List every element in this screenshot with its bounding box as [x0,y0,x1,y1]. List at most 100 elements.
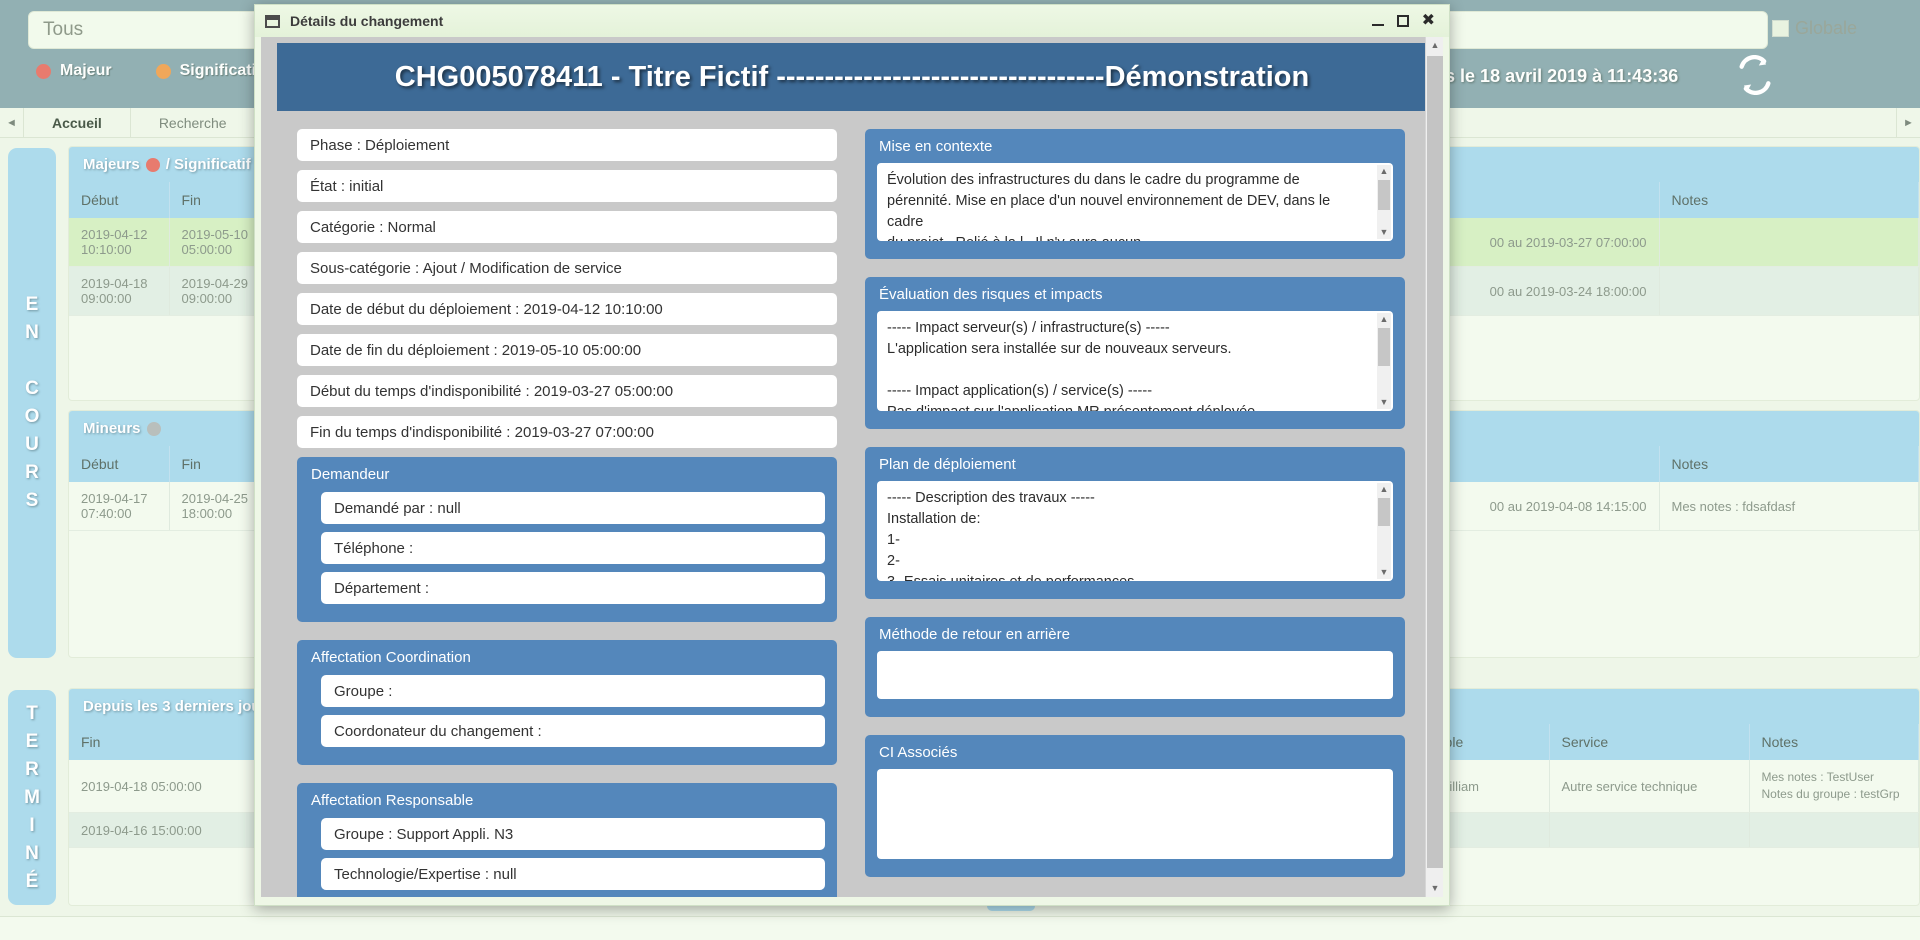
scroll-down-icon[interactable]: ▼ [1426,880,1443,897]
text-line: Installation de: [887,511,981,527]
dialog-title: Détails du changement [290,13,444,29]
cell-service: Autre service technique [1549,760,1750,813]
col-notes[interactable]: Notes [1659,446,1919,482]
strip-letter: R [25,758,39,780]
globale-checkbox[interactable] [1772,20,1789,37]
panel-title-mineurs: Mineurs [83,420,141,437]
strip-letter: T [26,702,38,724]
field-phase[interactable]: Phase : Déploiement [297,129,837,161]
textarea-mise-en-contexte[interactable]: Évolution des infrastructures du dans le… [877,163,1393,241]
strip-letter: N [25,322,39,343]
window-restore-icon [265,14,280,28]
majeur-dot-icon [36,63,51,79]
textarea-evaluation-risques[interactable]: ----- Impact serveur(s) / infrastructure… [877,311,1393,411]
scrollbar-thumb[interactable] [1378,498,1390,526]
minimize-icon[interactable] [1371,23,1384,26]
field-departement[interactable]: Département : [321,572,825,604]
dialog-left-column: Phase : Déploiement État : initial Catég… [297,129,837,897]
scroll-up-icon[interactable]: ▲ [1377,483,1391,496]
text-line: L'application sera installée sur de nouv… [887,341,1232,357]
strip-letter: U [25,434,39,455]
cell-debut: 2019-04-18 09:00:00 [69,266,170,316]
field-groupe-responsable[interactable]: Groupe : Support Appli. N3 [321,818,825,850]
scrollbar-thumb[interactable] [1378,328,1390,366]
strip-letter: I [29,814,35,836]
scrollbar-thumb[interactable] [1378,180,1390,210]
close-icon[interactable]: ✖ [1422,13,1435,29]
panel-evaluation-risques: Évaluation des risques et impacts ----- … [865,277,1405,429]
textarea-plan-deploiement[interactable]: ----- Description des travaux ----- Inst… [877,481,1393,581]
scrollbar-plan-deploiement[interactable]: ▲ ▼ [1377,483,1391,579]
field-categorie[interactable]: Catégorie : Normal [297,211,837,243]
textarea-ci-associes[interactable] [877,769,1393,859]
col-debut[interactable]: Début [69,446,170,482]
field-groupe-coordination[interactable]: Groupe : [321,675,825,707]
field-date-fin-deploiement[interactable]: Date de fin du déploiement : 2019-05-10 … [297,334,837,366]
panel-title-plan-deploiement: Plan de déploiement [879,456,1016,473]
scrollbar-evaluation-risques[interactable]: ▲ ▼ [1377,313,1391,409]
scroll-down-icon[interactable]: ▼ [1377,396,1391,409]
field-technologie-expertise[interactable]: Technologie/Expertise : null [321,858,825,890]
strip-letter: N [25,842,39,864]
field-debut-indisponibilite[interactable]: Début du temps d'indisponibilité : 2019-… [297,375,837,407]
panel-title-sep: / Significatif [165,156,251,173]
scroll-up-icon[interactable]: ▲ [1377,313,1391,326]
dialog-vertical-scrollbar[interactable]: ▲ ▼ [1425,37,1443,897]
change-title: CHG005078411 - Titre Fictif ------------… [394,60,1310,93]
text-line: Évolution des infrastructures du dans le… [887,172,1300,188]
textarea-methode-retour-arriere[interactable] [877,651,1393,699]
dialog-right-column: Mise en contexte Évolution des infrastru… [865,129,1405,897]
scroll-up-icon[interactable]: ▲ [1426,37,1443,54]
mineur-dot-icon [146,421,161,436]
panel-methode-retour-arriere: Méthode de retour en arrière [865,617,1405,717]
scroll-down-icon[interactable]: ▼ [1377,226,1391,239]
dialog-body: CHG005078411 - Titre Fictif ------------… [261,37,1443,897]
strip-letter: É [25,870,39,892]
tab-accueil[interactable]: Accueil [24,108,131,137]
last-updated-text: sées le 18 avril 2019 à 11:43:36 [1415,66,1679,86]
strip-letter: O [24,406,40,427]
panel-title-evaluation-risques: Évaluation des risques et impacts [879,286,1103,303]
group-affectation-coordination: Affectation Coordination Groupe : Coordo… [297,640,837,765]
legend-item-majeur: Majeur [36,62,112,80]
col-notes[interactable]: Notes [1659,182,1919,218]
tab-scroll-left-icon[interactable]: ◄ [0,108,24,137]
text-line: du projet . Relié à la l . Il n'y aura a… [887,233,1369,241]
cell-notes [1749,812,1919,848]
cell-notes [1659,266,1919,316]
panel-title-methode-retour: Méthode de retour en arrière [879,626,1070,643]
col-service[interactable]: Service [1549,724,1750,760]
text-line: Pas d'impact sur l'application MR présen… [887,402,1369,411]
maximize-icon[interactable] [1396,15,1409,27]
group-affectation-responsable: Affectation Responsable Groupe : Support… [297,783,837,897]
severity-legend: Majeur Significatif [36,62,261,80]
col-notes[interactable]: Notes [1749,724,1919,760]
field-fin-indisponibilite[interactable]: Fin du temps d'indisponibilité : 2019-03… [297,416,837,448]
field-coordonateur-changement[interactable]: Coordonateur du changement : [321,715,825,747]
scroll-up-icon[interactable]: ▲ [1377,165,1391,178]
tab-scroll-right-icon[interactable]: ► [1896,108,1920,138]
field-demande-par[interactable]: Demandé par : null [321,492,825,524]
scroll-down-icon[interactable]: ▼ [1377,566,1391,579]
tab-recherche[interactable]: Recherche [131,108,256,137]
scrollbar-thumb[interactable] [1427,56,1443,868]
field-etat[interactable]: État : initial [297,170,837,202]
refresh-icon[interactable] [1735,55,1775,95]
group-strip-termine: T E R M I N É [8,690,56,905]
strip-letter: C [25,378,39,399]
globale-label: Globale [1795,18,1858,38]
col-debut[interactable]: Début [69,182,170,218]
dialog-titlebar[interactable]: Détails du changement ✖ [255,5,1449,37]
cell-notes [1659,218,1919,267]
scrollbar-mise-en-contexte[interactable]: ▲ ▼ [1377,165,1391,239]
group-title-demandeur: Demandeur [311,466,390,483]
legend-label-significatif: Significatif [179,62,262,79]
field-date-debut-deploiement[interactable]: Date de début du déploiement : 2019-04-1… [297,293,837,325]
strip-letter [29,347,34,375]
panel-plan-deploiement: Plan de déploiement ----- Description de… [865,447,1405,599]
globale-checkbox-group[interactable]: Globale [1772,18,1857,39]
field-telephone[interactable]: Téléphone : [321,532,825,564]
strip-letter: E [25,294,39,315]
strip-letter: E [25,730,39,752]
field-sous-categorie[interactable]: Sous-catégorie : Ajout / Modification de… [297,252,837,284]
